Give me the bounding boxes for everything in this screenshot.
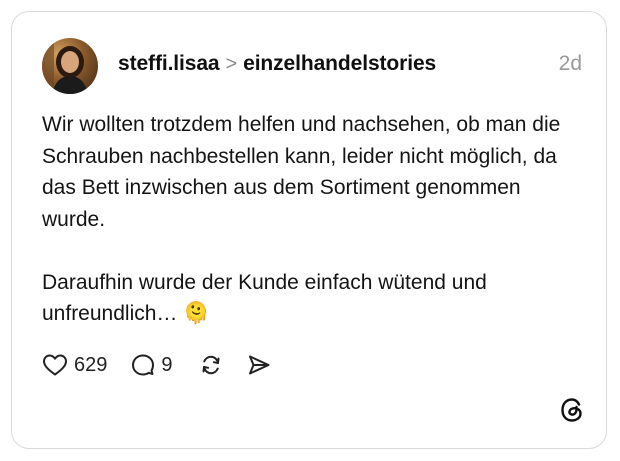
- reply-button[interactable]: 9: [131, 353, 173, 377]
- post-header: steffi.lisaa > einzelhandelstories 2d: [42, 38, 582, 94]
- reply-to-username[interactable]: einzelhandelstories: [243, 52, 436, 75]
- like-count: 629: [74, 353, 108, 376]
- repost-icon: [199, 353, 223, 377]
- post-body: Wir wollten trotzdem helfen und nachsehe…: [42, 109, 582, 330]
- post-paragraph-1: Wir wollten trotzdem helfen und nachsehe…: [42, 113, 561, 231]
- like-button[interactable]: 629: [42, 353, 107, 377]
- heart-icon: [42, 353, 68, 377]
- reply-count: 9: [161, 353, 173, 376]
- post-card[interactable]: steffi.lisaa > einzelhandelstories 2d Wir …: [11, 11, 607, 449]
- post-paragraph-2: Daraufhin wurde der Kunde einfach wütend…: [42, 270, 487, 326]
- repost-button[interactable]: [199, 353, 223, 377]
- author-username[interactable]: steffi.lisaa: [118, 52, 220, 75]
- share-button[interactable]: [247, 353, 271, 377]
- threads-logo-icon: [558, 396, 586, 424]
- avatar[interactable]: [42, 38, 98, 94]
- post-timestamp: 2d: [558, 52, 582, 75]
- send-icon: [247, 353, 271, 377]
- reply-chevron: >: [225, 53, 238, 75]
- comment-icon: [131, 353, 155, 377]
- action-bar: 629 9: [42, 347, 271, 383]
- author-line: steffi.lisaa > einzelhandelstories: [118, 52, 436, 76]
